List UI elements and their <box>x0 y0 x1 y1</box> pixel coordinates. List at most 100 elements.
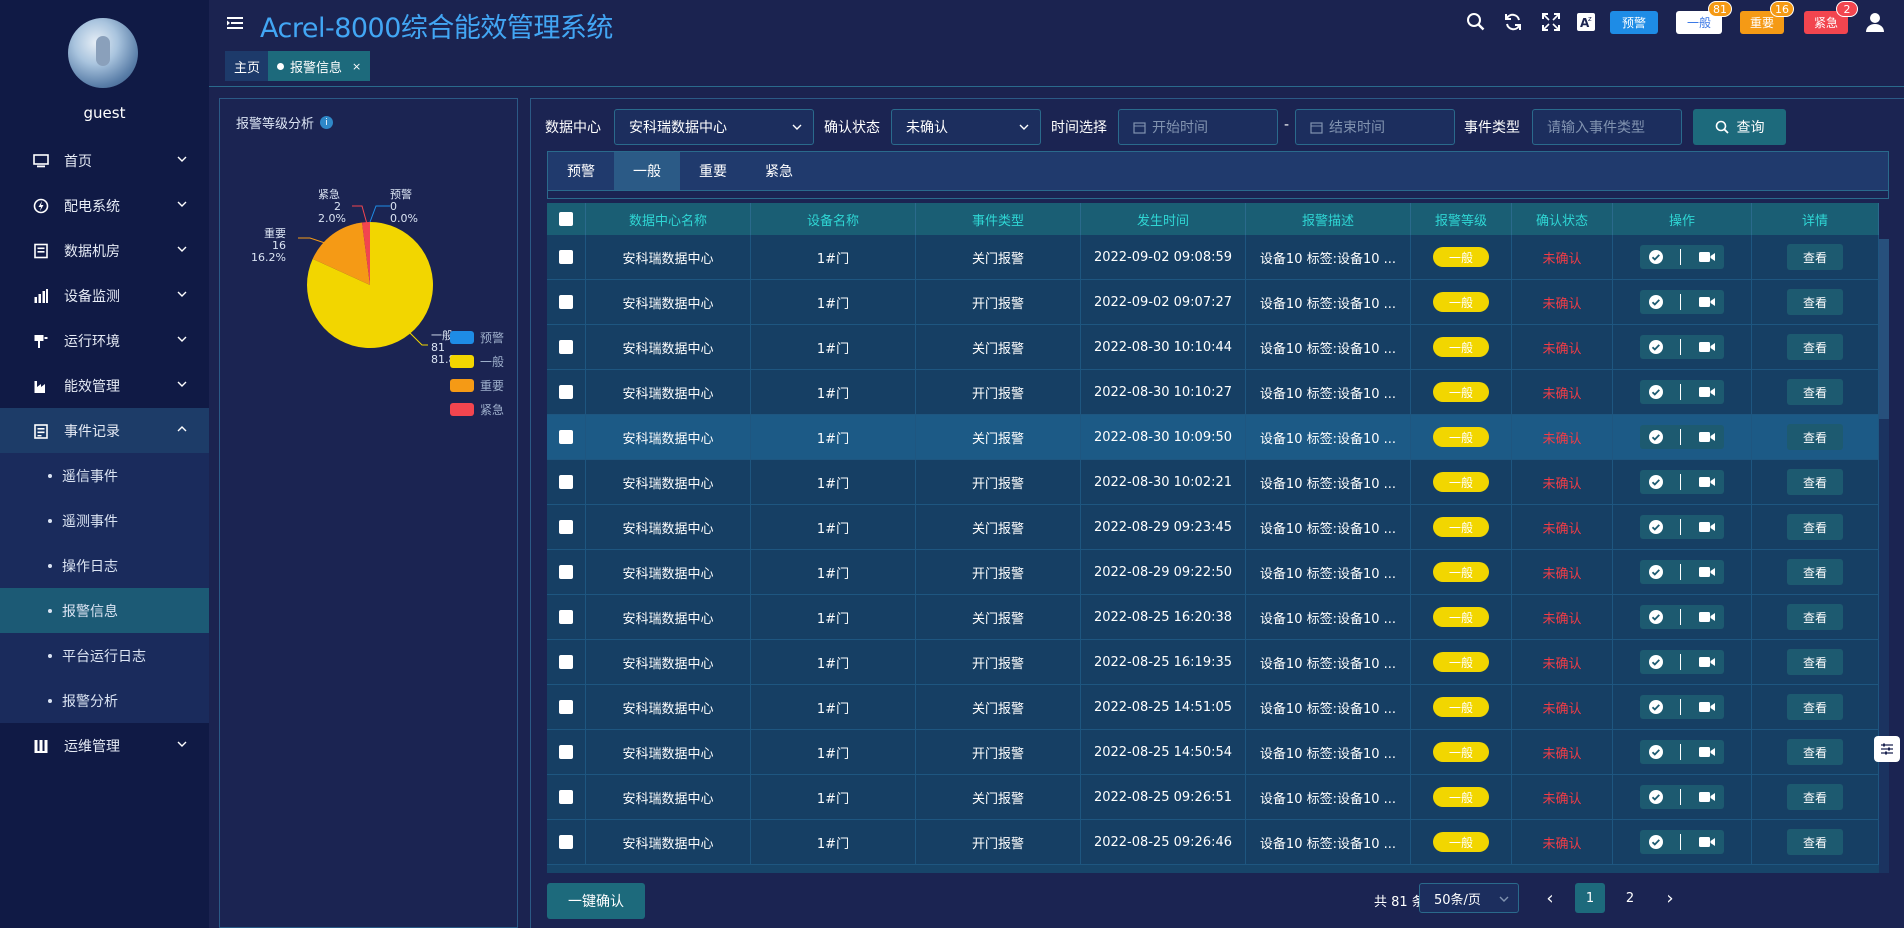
tag-emergency[interactable]: 紧急 2 <box>1804 1 1858 34</box>
confirm-check-icon[interactable] <box>1648 384 1664 400</box>
checkbox[interactable] <box>559 212 573 226</box>
checkbox[interactable] <box>559 565 573 579</box>
query-button[interactable]: 查询 <box>1693 109 1786 145</box>
sidebar-subitem-operation-log[interactable]: 操作日志 <box>0 543 209 588</box>
confirm-check-icon[interactable] <box>1648 789 1664 805</box>
tag-warning[interactable]: 预警 <box>1610 11 1658 34</box>
table-row[interactable]: 安科瑞数据中心 1#门 关门报警 2022-09-02 09:08:59 设备10 标签… <box>547 235 1879 280</box>
video-camera-icon[interactable] <box>1698 385 1716 399</box>
view-detail-button[interactable]: 查看 <box>1787 649 1843 675</box>
table-row[interactable]: 安科瑞数据中心 1#门 关门报警 2022-08-25 09:26:51 设备10 标签… <box>547 775 1879 820</box>
checkbox[interactable] <box>559 745 573 759</box>
checkbox[interactable] <box>559 700 573 714</box>
tab-warning[interactable]: 预警 <box>548 152 614 190</box>
tag-general[interactable]: 一般 81 <box>1676 1 1732 34</box>
sidebar-item-environment[interactable]: 运行环境 <box>0 318 209 363</box>
page-2-button[interactable]: 2 <box>1615 883 1645 913</box>
page-size-select[interactable]: 50条/页 <box>1419 883 1519 913</box>
sidebar-subitem-platform-log[interactable]: 平台运行日志 <box>0 633 209 678</box>
datacenter-select[interactable]: 安科瑞数据中心 <box>614 109 814 145</box>
table-row[interactable]: 安科瑞数据中心 1#门 开门报警 2022-08-30 10:02:21 设备10 标签… <box>547 460 1879 505</box>
scrollbar-thumb[interactable] <box>1879 239 1889 419</box>
video-camera-icon[interactable] <box>1698 790 1716 804</box>
sidebar-item-events[interactable]: 事件记录 <box>0 408 209 453</box>
confirm-check-icon[interactable] <box>1648 339 1664 355</box>
confirm-check-icon[interactable] <box>1648 609 1664 625</box>
next-page-button[interactable]: › <box>1655 883 1685 913</box>
fullscreen-icon[interactable] <box>1541 12 1561 32</box>
view-detail-button[interactable]: 查看 <box>1787 694 1843 720</box>
video-camera-icon[interactable] <box>1698 250 1716 264</box>
table-row[interactable]: 安科瑞数据中心 1#门 关门报警 2022-08-29 09:23:45 设备10 标签… <box>547 505 1879 550</box>
checkbox[interactable] <box>559 835 573 849</box>
video-camera-icon[interactable] <box>1698 700 1716 714</box>
table-row[interactable]: 安科瑞数据中心 1#门 开门报警 2022-08-25 16:19:35 设备10 标签… <box>547 640 1879 685</box>
confirm-check-icon[interactable] <box>1648 429 1664 445</box>
start-time-input[interactable]: 开始时间 <box>1118 109 1278 145</box>
video-camera-icon[interactable] <box>1698 835 1716 849</box>
view-detail-button[interactable]: 查看 <box>1787 604 1843 630</box>
video-camera-icon[interactable] <box>1698 430 1716 444</box>
checkbox[interactable] <box>559 790 573 804</box>
end-time-input[interactable]: 结束时间 <box>1295 109 1455 145</box>
confirm-check-icon[interactable] <box>1648 834 1664 850</box>
table-scrollbar[interactable] <box>1879 239 1889 873</box>
video-camera-icon[interactable] <box>1698 745 1716 759</box>
sidebar-item-efficiency[interactable]: 能效管理 <box>0 363 209 408</box>
tab-important[interactable]: 重要 <box>680 152 746 190</box>
view-detail-button[interactable]: 查看 <box>1787 739 1843 765</box>
user-icon[interactable] <box>1864 11 1886 33</box>
sidebar-item-home[interactable]: 首页 <box>0 138 209 183</box>
view-detail-button[interactable]: 查看 <box>1787 514 1843 540</box>
sidebar-subitem-telemetry[interactable]: 遥测事件 <box>0 498 209 543</box>
avatar[interactable] <box>68 18 138 88</box>
refresh-icon[interactable] <box>1503 12 1523 32</box>
legend-item-emergency[interactable]: 紧急 <box>450 397 520 421</box>
tab-general[interactable]: 一般 <box>614 152 680 190</box>
confirm-check-icon[interactable] <box>1648 699 1664 715</box>
confirm-check-icon[interactable] <box>1648 474 1664 490</box>
video-camera-icon[interactable] <box>1698 610 1716 624</box>
table-row[interactable]: 安科瑞数据中心 1#门 关门报警 2022-08-30 10:10:44 设备10 标签… <box>547 325 1879 370</box>
checkbox[interactable] <box>559 520 573 534</box>
checkbox[interactable] <box>559 385 573 399</box>
view-detail-button[interactable]: 查看 <box>1787 829 1843 855</box>
confirm-all-button[interactable]: 一键确认 <box>547 883 645 919</box>
tab-emergency[interactable]: 紧急 <box>746 152 812 190</box>
video-camera-icon[interactable] <box>1698 655 1716 669</box>
confirm-check-icon[interactable] <box>1648 519 1664 535</box>
sidebar-item-power[interactable]: 配电系统 <box>0 183 209 228</box>
view-detail-button[interactable]: 查看 <box>1787 559 1843 585</box>
menu-toggle-icon[interactable] <box>226 14 244 32</box>
tab-close-icon[interactable]: × <box>352 60 361 73</box>
sidebar-item-maintenance[interactable]: 运维管理 <box>0 723 209 768</box>
event-type-input[interactable]: 请输入事件类型 <box>1532 109 1682 145</box>
tab-home[interactable]: 主页 <box>225 51 270 81</box>
confirm-check-icon[interactable] <box>1648 294 1664 310</box>
page-1-button[interactable]: 1 <box>1575 883 1605 913</box>
legend-item-important[interactable]: 重要 <box>450 373 520 397</box>
settings-float-button[interactable] <box>1874 736 1900 762</box>
checkbox[interactable] <box>559 340 573 354</box>
prev-page-button[interactable]: ‹ <box>1535 883 1565 913</box>
table-row[interactable]: 安科瑞数据中心 1#门 关门报警 2022-08-25 14:51:05 设备10 标签… <box>547 685 1879 730</box>
search-icon[interactable] <box>1466 12 1486 32</box>
table-row[interactable]: 安科瑞数据中心 1#门 关门报警 2022-08-25 16:20:38 设备10 标签… <box>547 595 1879 640</box>
table-row[interactable]: 安科瑞数据中心 1#门 开门报警 2022-08-29 09:22:50 设备10 标签… <box>547 550 1879 595</box>
view-detail-button[interactable]: 查看 <box>1787 379 1843 405</box>
view-detail-button[interactable]: 查看 <box>1787 424 1843 450</box>
confirm-check-icon[interactable] <box>1648 249 1664 265</box>
tab-alarm-info[interactable]: 报警信息 × <box>268 51 371 81</box>
font-size-icon[interactable]: Az <box>1576 12 1596 32</box>
sidebar-subitem-alarm-analysis[interactable]: 报警分析 <box>0 678 209 723</box>
sidebar-item-monitor[interactable]: 设备监测 <box>0 273 209 318</box>
header-select-all[interactable] <box>547 203 586 235</box>
checkbox[interactable] <box>559 250 573 264</box>
sidebar-item-datacenter[interactable]: 数据机房 <box>0 228 209 273</box>
table-row[interactable]: 安科瑞数据中心 1#门 关门报警 2022-08-30 10:09:50 设备10 标签… <box>547 415 1879 460</box>
confirm-check-icon[interactable] <box>1648 654 1664 670</box>
video-camera-icon[interactable] <box>1698 520 1716 534</box>
view-detail-button[interactable]: 查看 <box>1787 244 1843 270</box>
view-detail-button[interactable]: 查看 <box>1787 784 1843 810</box>
table-row[interactable]: 安科瑞数据中心 1#门 开门报警 2022-08-25 14:50:54 设备10 标签… <box>547 730 1879 775</box>
